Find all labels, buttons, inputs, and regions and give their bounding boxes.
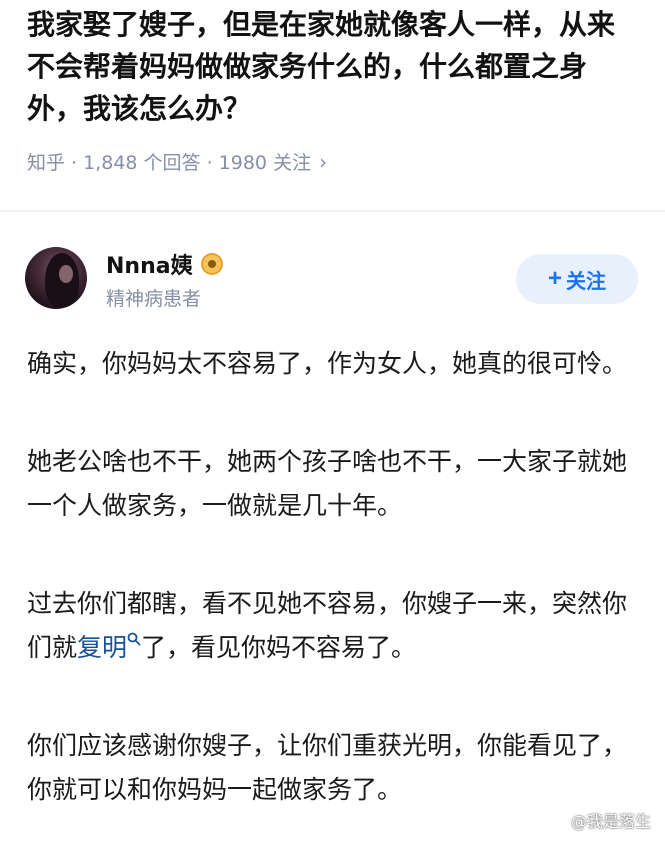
chevron-right-icon: › <box>319 149 328 174</box>
follow-button[interactable]: + 关注 <box>516 254 638 304</box>
question-title[interactable]: 我家娶了嫂子，但是在家她就像客人一样，从来不会帮着妈妈做做家务什么的，什么都置之… <box>27 4 642 130</box>
watermark: @我是落生 <box>548 808 651 832</box>
avatar[interactable] <box>25 247 87 309</box>
follow-label: 关注 <box>566 270 606 293</box>
answer-paragraph: 确实，你妈妈太不容易了，作为女人，她真的很可怜。 <box>27 349 628 378</box>
search-link-fuming[interactable]: 复明 <box>77 632 141 662</box>
author-name[interactable]: Nnna姨 <box>106 248 193 280</box>
answer-body: 确实，你妈妈太不容易了，作为女人，她真的很可怜。 她老公啥也不干，她两个孩子啥也… <box>27 342 647 866</box>
author-bio: 精神病患者 <box>106 288 202 310</box>
answer-paragraph: 你们应该感谢你嫂子，让你们重获光明，你能看见了，你就可以和你妈妈一起做家务了。 <box>27 731 628 804</box>
answer-paragraph: 过去你们都瞎，看不见她不容易，你嫂子一来，突然你们就复明 了，看见你妈不容易了。 <box>27 589 628 662</box>
plus-icon: + <box>547 265 562 292</box>
weibo-icon <box>548 813 568 827</box>
question-stats: 知乎 · 1,848 个回答 · 1980 关注 <box>27 152 312 174</box>
question-meta[interactable]: 知乎 · 1,848 个回答 · 1980 关注 › <box>27 148 327 175</box>
search-icon <box>127 632 141 646</box>
author-name-row[interactable]: Nnna姨 <box>106 248 223 280</box>
answer-paragraph: 她老公啥也不干，她两个孩子啥也不干，一大家子就她一个人做家务，一做就是几十年。 <box>27 447 628 520</box>
eye-badge-icon <box>200 253 223 275</box>
watermark-text: @我是落生 <box>570 812 651 831</box>
divider <box>0 210 665 212</box>
